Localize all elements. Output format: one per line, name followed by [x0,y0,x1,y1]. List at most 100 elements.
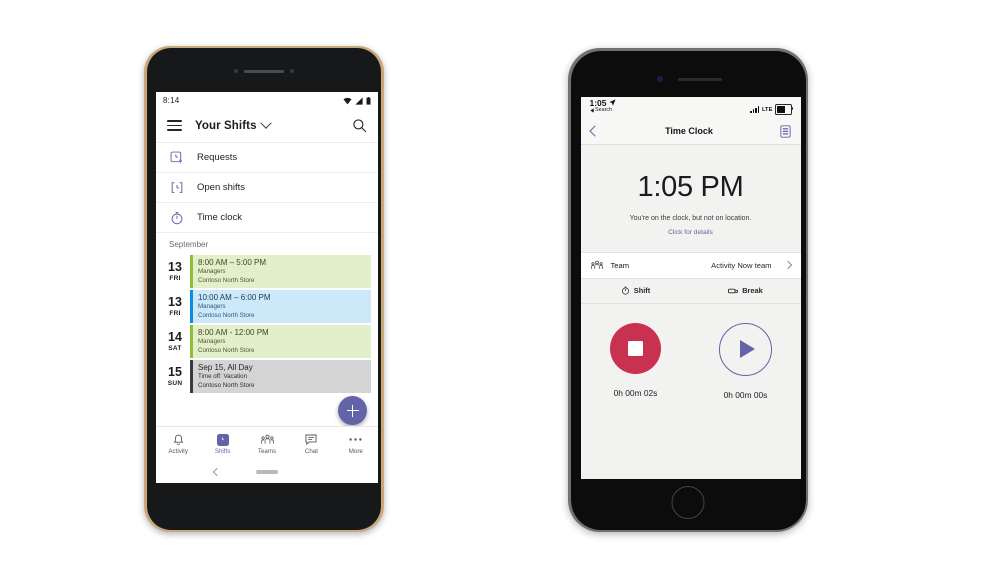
bell-icon [173,433,184,446]
timeoff-date: Sep 15, All Day [198,363,253,372]
timeoff-location: Contoso North Store [198,382,255,390]
shift-day-of-week: FRI [169,274,181,282]
tab-teams[interactable]: Teams [245,433,289,455]
break-icon [728,288,739,293]
shift-time: 10:00 AM – 6:00 PM [198,293,271,302]
shift-header: Shift [581,279,691,303]
controls-header: Shift Break [580,278,801,304]
teams-people-icon [260,433,274,446]
tab-label: More [348,448,363,455]
shift-day-of-week: FRI [169,309,181,317]
proximity-sensor-icon [290,69,294,73]
status-left: 1:05 Search [589,97,616,119]
play-icon [740,340,755,358]
shift-location: Contoso North Store [198,277,255,285]
screenshot-stage: 8:14 Your Shifts ? Requests Open shifts … [0,0,999,574]
people-icon [590,260,603,269]
svg-text:?: ? [178,159,182,165]
shift-date: 15 SUN [156,359,190,394]
shift-group: Managers [198,268,226,276]
tab-activity[interactable]: Activity [156,433,200,455]
status-time: 1:05 [589,97,607,108]
shift-date: 13 FRI [156,289,190,324]
team-label: Team [610,260,630,270]
iphone-screen: 1:05 Search LTE Time Clock 1:05 PM You'r… [580,96,801,479]
front-camera-icon [234,69,238,73]
shifts-clock-icon [216,433,229,446]
page-title: Time Clock [665,126,713,136]
sidebar-item-open-shifts[interactable]: Open shifts [156,173,378,203]
home-pill[interactable] [256,470,278,474]
ios-status-bar: 1:05 Search LTE [580,96,801,119]
current-time: 1:05 PM [637,170,744,203]
shift-card[interactable]: 10:00 AM – 6:00 PM Managers Contoso Nort… [190,290,371,323]
shift-group: Managers [198,338,226,346]
start-break-button[interactable] [719,322,772,376]
timesheet-document-icon[interactable] [779,124,791,138]
break-header: Break [691,279,801,303]
clock-controls: 0h 00m 02s 0h 00m 00s [580,303,801,408]
tab-label: Teams [257,448,277,455]
shift-day-number: 14 [168,330,182,345]
home-button[interactable] [671,485,705,519]
sidebar-item-label: Open shifts [197,182,246,193]
clock-bracket-icon [169,180,184,195]
sidebar-item-label: Time clock [197,212,243,223]
chevron-down-icon [259,117,272,129]
ellipsis-icon [349,433,362,446]
page-title: Your Shifts [195,119,257,132]
tab-chat[interactable]: Chat [289,433,333,455]
clock-question-icon: ? [169,150,184,165]
tab-more[interactable]: More [334,433,378,455]
hamburger-icon[interactable] [167,120,182,131]
title-with-dropdown[interactable]: Your Shifts [195,117,339,132]
stop-shift-button[interactable] [610,322,661,374]
earpiece-speaker [678,77,722,81]
bottom-tab-bar: Activity Shifts Teams Chat More [156,426,378,461]
clock-status-message: You're on the clock, but not on location… [629,214,752,222]
battery-icon [774,104,793,115]
shift-day-number: 15 [168,365,182,380]
android-device-bezel: 8:14 Your Shifts ? Requests Open shifts … [147,48,381,530]
stop-icon [628,340,643,356]
click-for-details-link[interactable]: Click for details [581,229,801,236]
team-row[interactable]: Team Activity Now team [580,251,801,279]
location-arrow-icon [608,99,616,106]
back-to-app-link[interactable]: Search [589,107,616,113]
timeoff-type: Time off: Vacation [198,373,248,381]
time-clock-panel: 1:05 PM You're on the clock, but not on … [580,144,801,252]
stopwatch-icon [169,210,184,225]
sidebar-item-requests[interactable]: ? Requests [156,143,378,173]
chat-bubble-icon [305,433,317,446]
status-time-wrap: 1:05 [589,97,616,108]
add-shift-fab[interactable] [338,396,367,425]
shift-row[interactable]: 15 SUN Sep 15, All Day Time off: Vacatio… [156,359,378,394]
tab-shifts[interactable]: Shifts [200,433,244,455]
front-camera-icon [657,75,663,82]
wifi-icon [343,97,352,104]
shift-card[interactable]: 8:00 AM - 12:00 PM Managers Contoso Nort… [190,325,371,358]
search-icon[interactable] [352,118,367,133]
sidebar-item-time-clock[interactable]: Time clock [156,203,378,233]
break-header-label: Break [742,286,763,295]
back-to-app-label: Search [595,107,613,113]
carrier-label: LTE [761,106,773,113]
shift-row[interactable]: 13 FRI 8:00 AM – 5:00 PM Managers Contos… [156,254,378,289]
earpiece-speaker [244,70,284,73]
shift-header-label: Shift [633,286,651,295]
shift-list: 13 FRI 8:00 AM – 5:00 PM Managers Contos… [156,254,378,394]
shift-row[interactable]: 13 FRI 10:00 AM – 6:00 PM Managers Conto… [156,289,378,324]
shift-day-of-week: SUN [167,379,183,387]
signal-bars-icon [750,106,760,113]
stopwatch-icon [621,286,629,295]
shift-row[interactable]: 14 SAT 8:00 AM - 12:00 PM Managers Conto… [156,324,378,359]
timeoff-card[interactable]: Sep 15, All Day Time off: Vacation Conto… [190,360,371,393]
ios-nav-bar: Time Clock [580,118,801,145]
shift-time: 8:00 AM – 5:00 PM [198,258,267,267]
android-gesture-bar [156,461,378,483]
break-control: 0h 00m 00s [691,322,801,400]
back-chevron-icon[interactable] [212,467,222,477]
shift-control: 0h 00m 02s [581,322,691,400]
signal-icon [355,96,363,105]
shift-card[interactable]: 8:00 AM – 5:00 PM Managers Contoso North… [190,255,371,288]
